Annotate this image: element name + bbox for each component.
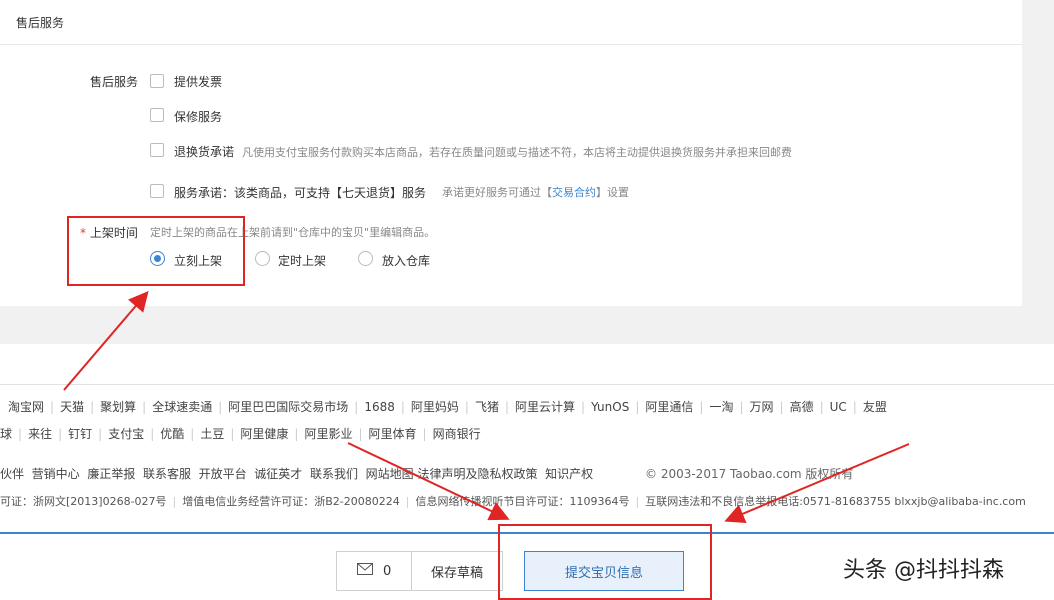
- annotation-arrow-submit-right: [724, 443, 910, 524]
- annotation-arrow-submit-left: [347, 442, 510, 521]
- annotation-arrows: [63, 290, 910, 524]
- annotation-arrow-listing: [63, 290, 149, 391]
- watermark: 头条 @抖抖抖森: [843, 558, 1004, 583]
